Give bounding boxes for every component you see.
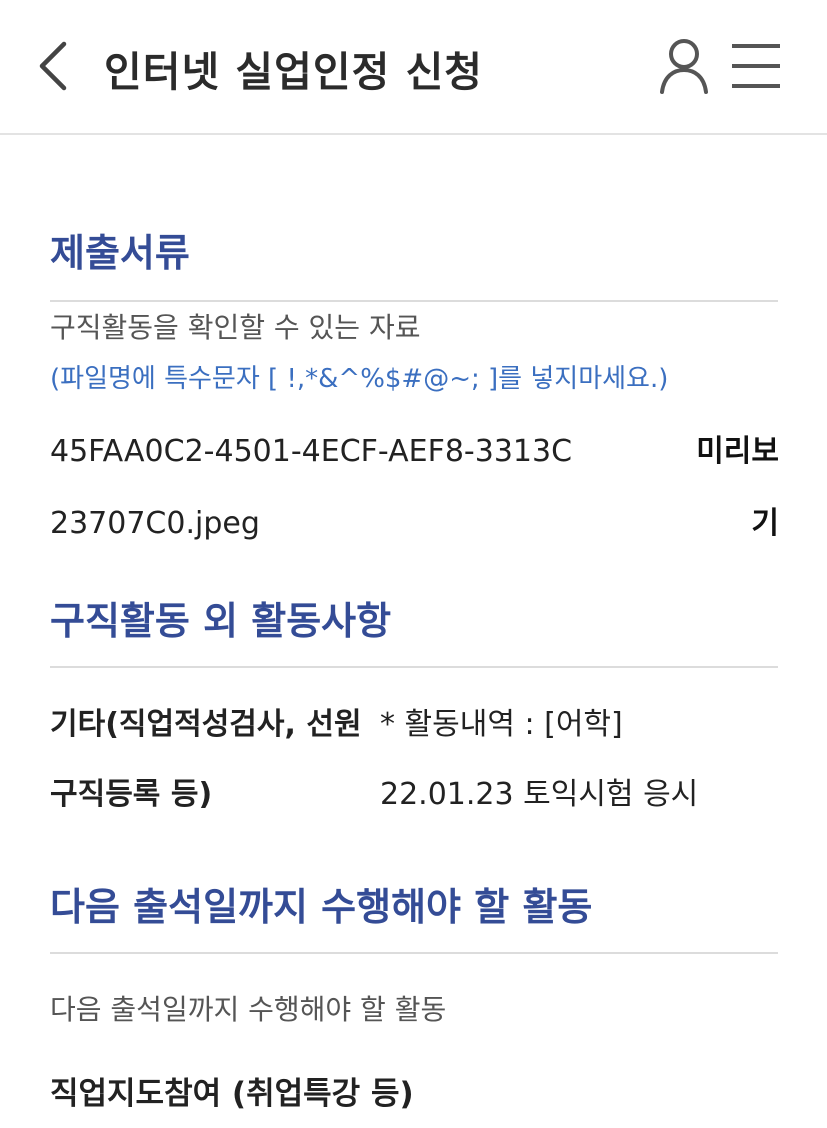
other-activity-section-title: 구직활동 외 활동사항 xyxy=(50,599,392,643)
next-activity-description: 다음 출석일까지 수행해야 할 활동 xyxy=(50,993,447,1026)
filename-warning-note: (파일명에 특수문자 [ !,*&^%$#@~; ]를 넣지마세요.) xyxy=(50,364,669,394)
documents-divider xyxy=(50,300,778,302)
next-activity-section-title: 다음 출석일까지 수행해야 할 활동 xyxy=(50,885,593,929)
app-header: 인터넷 실업인정 신청 xyxy=(0,0,827,135)
next-activity-item: 직업지도참여 (취업특강 등) xyxy=(50,1076,414,1112)
user-icon xyxy=(660,39,708,94)
preview-button[interactable]: 미리보기 xyxy=(669,416,779,560)
activity-detail-value: * 활동내역 : [어학] 22.01.23 토익시험 응시 xyxy=(380,707,699,812)
back-button[interactable] xyxy=(30,38,80,94)
documents-description: 구직활동을 확인할 수 있는 자료 xyxy=(50,311,421,344)
activity-type-label: 기타(직업적성검사, 선원 구직등록 등) xyxy=(50,707,362,812)
menu-button[interactable] xyxy=(728,40,784,92)
hamburger-menu-icon xyxy=(732,44,780,88)
attached-file-name: 45FAA0C2-4501-4ECF-AEF8-3313C23707C0.jpe… xyxy=(50,434,573,541)
other-activity-divider xyxy=(50,666,778,668)
user-button[interactable] xyxy=(656,36,712,96)
back-arrow-icon xyxy=(39,41,67,91)
next-activity-divider xyxy=(50,952,778,954)
documents-section-title: 제출서류 xyxy=(50,231,190,275)
page-title: 인터넷 실업인정 신청 xyxy=(104,48,484,96)
